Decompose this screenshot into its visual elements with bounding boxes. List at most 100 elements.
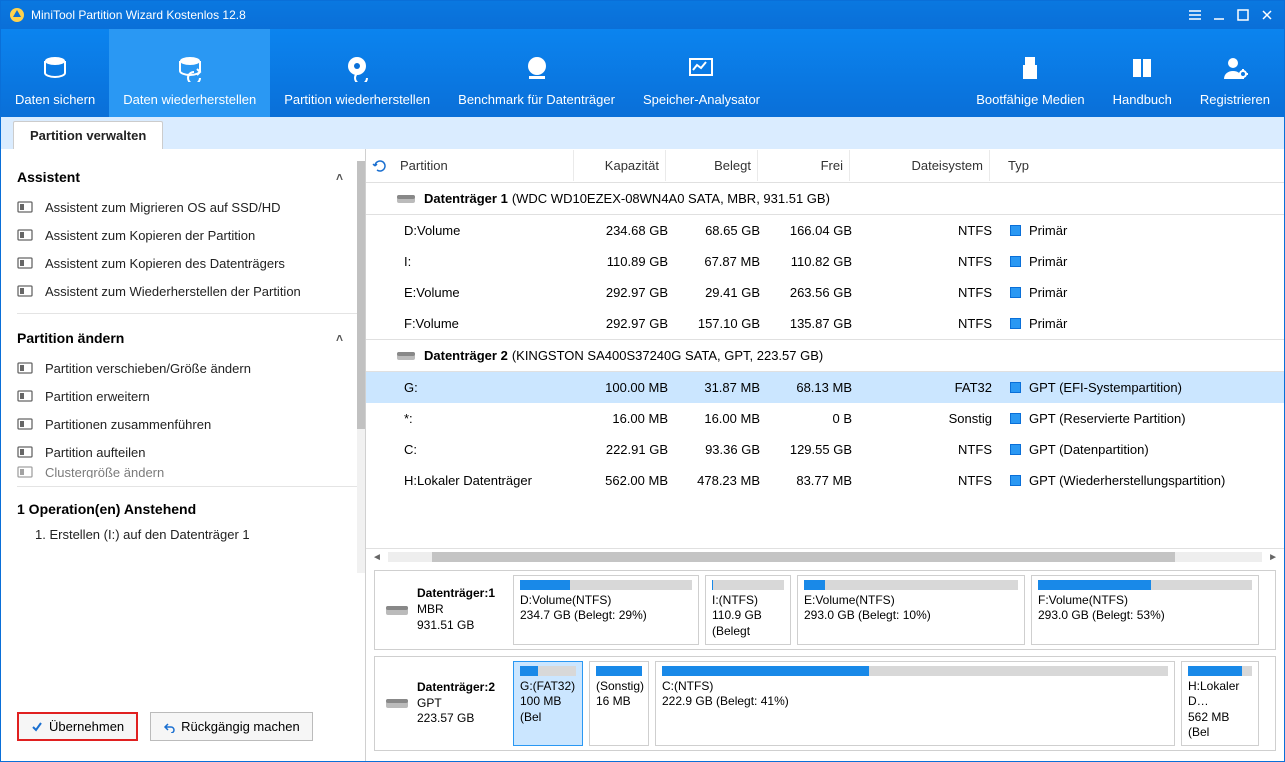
toolbar-label: Daten sichern bbox=[15, 92, 95, 107]
partition-row[interactable]: F:Volume292.97 GB157.10 GB135.87 GBNTFSP… bbox=[366, 308, 1284, 339]
pending-title: 1 Operation(en) Anstehend bbox=[17, 495, 359, 523]
cell-type: Primär bbox=[992, 254, 1284, 269]
cell-type: GPT (EFI-Systempartition) bbox=[992, 380, 1284, 395]
diskmap-disk-1[interactable]: Datenträger:1 MBR 931.51 GB bbox=[379, 575, 507, 645]
tab-manage-partition[interactable]: Partition verwalten bbox=[13, 121, 163, 149]
wizard-icon bbox=[17, 255, 35, 271]
disk-header-2[interactable]: Datenträger 2 (KINGSTON SA400S37240G SAT… bbox=[366, 339, 1284, 372]
partition-row[interactable]: H:Lokaler Datenträger562.00 MB478.23 MB8… bbox=[366, 465, 1284, 496]
diskmap-label: I:(NTFS) bbox=[712, 593, 784, 609]
partition-row[interactable]: C:222.91 GB93.36 GB129.55 GBNTFSGPT (Dat… bbox=[366, 434, 1284, 465]
diskmap-sub: 562 MB (Bel bbox=[1188, 710, 1252, 741]
cell-fs: Sonstig bbox=[852, 411, 992, 426]
disk-header-1[interactable]: Datenträger 1 (WDC WD10EZEX-08WN4A0 SATA… bbox=[366, 183, 1284, 215]
toolbar-bootmedia[interactable]: Bootfähige Medien bbox=[962, 29, 1098, 117]
diskmap-partition[interactable]: C:(NTFS)222.9 GB (Belegt: 41%) bbox=[655, 661, 1175, 746]
menu-button[interactable] bbox=[1186, 6, 1204, 24]
wizard-icon bbox=[17, 199, 35, 215]
diskmap-disk-2[interactable]: Datenträger:2 GPT 223.57 GB bbox=[379, 661, 507, 746]
sidebar-item[interactable]: Assistent zum Kopieren des Datenträgers bbox=[17, 249, 359, 277]
toolbar-label: Benchmark für Datenträger bbox=[458, 92, 615, 107]
type-chip-icon bbox=[1010, 413, 1021, 424]
diskmap-partition[interactable]: F:Volume(NTFS)293.0 GB (Belegt: 53%) bbox=[1031, 575, 1259, 645]
sidebar-item[interactable]: Assistent zum Kopieren der Partition bbox=[17, 221, 359, 249]
toolbar-manual[interactable]: Handbuch bbox=[1099, 29, 1186, 117]
toolbar-label: Bootfähige Medien bbox=[976, 92, 1084, 107]
diskmap-partition[interactable]: I:(NTFS)110.9 GB (Belegt bbox=[705, 575, 791, 645]
table-hscroll[interactable]: ◄ ► bbox=[366, 548, 1284, 566]
undo-icon bbox=[163, 721, 175, 733]
book-icon bbox=[1128, 54, 1156, 82]
toolbar-benchmark[interactable]: Benchmark für Datenträger bbox=[444, 29, 629, 117]
col-fs[interactable]: Dateisystem bbox=[850, 150, 990, 181]
toolbar-partition-restore[interactable]: Partition wiederherstellen bbox=[270, 29, 444, 117]
col-capacity[interactable]: Kapazität bbox=[574, 150, 666, 181]
sidebar-item[interactable]: Partition verschieben/Größe ändern bbox=[17, 354, 359, 382]
action-icon bbox=[17, 360, 35, 376]
cell-fs: NTFS bbox=[852, 254, 992, 269]
sidebar-item[interactable]: Partition erweitern bbox=[17, 382, 359, 410]
section-change[interactable]: Partition ändern ˄ bbox=[17, 322, 359, 354]
cell-partition: E:Volume bbox=[396, 285, 576, 300]
sidebar-item[interactable]: Assistent zum Wiederherstellen der Parti… bbox=[17, 277, 359, 305]
col-free[interactable]: Frei bbox=[758, 150, 850, 181]
close-button[interactable] bbox=[1258, 6, 1276, 24]
diskmap-sub: 293.0 GB (Belegt: 10%) bbox=[804, 608, 1018, 624]
toolbar-register[interactable]: Registrieren bbox=[1186, 29, 1284, 117]
toolbar-restore[interactable]: Daten wiederherstellen bbox=[109, 29, 270, 117]
minimize-button[interactable] bbox=[1210, 6, 1228, 24]
partition-row[interactable]: E:Volume292.97 GB29.41 GB263.56 GBNTFSPr… bbox=[366, 277, 1284, 308]
diskmap-partition[interactable]: G:(FAT32)100 MB (Bel bbox=[513, 661, 583, 746]
diskmap-sub: 110.9 GB (Belegt bbox=[712, 608, 784, 639]
disk-icon bbox=[396, 192, 416, 206]
partition-row[interactable]: D:Volume234.68 GB68.65 GB166.04 GBNTFSPr… bbox=[366, 215, 1284, 246]
cell-capacity: 110.89 GB bbox=[576, 254, 668, 269]
col-partition[interactable]: Partition bbox=[394, 150, 574, 181]
col-used[interactable]: Belegt bbox=[666, 150, 758, 181]
sidebar-item-label: Clustergröße ändern bbox=[45, 466, 164, 478]
partition-row[interactable]: *:16.00 MB16.00 MB0 BSonstigGPT (Reservi… bbox=[366, 403, 1284, 434]
apply-button[interactable]: Übernehmen bbox=[17, 712, 138, 741]
diskmap-partition[interactable]: E:Volume(NTFS)293.0 GB (Belegt: 10%) bbox=[797, 575, 1025, 645]
cell-free: 263.56 GB bbox=[760, 285, 852, 300]
diskmap-panel: Datenträger:1 MBR 931.51 GB D:Volume(NTF… bbox=[366, 566, 1284, 761]
pending-operation[interactable]: 1. Erstellen (I:) auf den Datenträger 1 bbox=[17, 523, 359, 546]
scroll-left-icon[interactable]: ◄ bbox=[370, 552, 384, 563]
diskmap-partition[interactable]: (Sonstig)16 MB bbox=[589, 661, 649, 746]
diskmap-partition[interactable]: D:Volume(NTFS)234.7 GB (Belegt: 29%) bbox=[513, 575, 699, 645]
col-type[interactable]: Typ bbox=[990, 150, 1284, 181]
cell-free: 83.77 MB bbox=[760, 473, 852, 488]
register-icon bbox=[1221, 54, 1249, 82]
toolbar-analyzer[interactable]: Speicher-Analysator bbox=[629, 29, 774, 117]
sidebar-item-label: Partition erweitern bbox=[45, 389, 150, 404]
cell-used: 68.65 GB bbox=[668, 223, 760, 238]
sidebar-item[interactable]: Clustergröße ändern bbox=[17, 466, 359, 478]
cell-used: 29.41 GB bbox=[668, 285, 760, 300]
cell-partition: *: bbox=[396, 411, 576, 426]
diskmap-partition[interactable]: H:Lokaler D…562 MB (Bel bbox=[1181, 661, 1259, 746]
section-assistent[interactable]: Assistent ˄ bbox=[17, 161, 359, 193]
action-icon bbox=[17, 466, 35, 478]
sidebar-item[interactable]: Assistent zum Migrieren OS auf SSD/HD bbox=[17, 193, 359, 221]
sidebar-item-label: Partition aufteilen bbox=[45, 445, 145, 460]
backup-icon bbox=[41, 54, 69, 82]
partition-row[interactable]: G:100.00 MB31.87 MB68.13 MBFAT32GPT (EFI… bbox=[366, 372, 1284, 403]
sidebar-item[interactable]: Partition aufteilen bbox=[17, 438, 359, 466]
maximize-button[interactable] bbox=[1234, 6, 1252, 24]
type-chip-icon bbox=[1010, 318, 1021, 329]
refresh-button[interactable] bbox=[366, 158, 394, 174]
restore-icon bbox=[176, 54, 204, 82]
diskmap-label: D:Volume(NTFS) bbox=[520, 593, 692, 609]
partition-restore-icon bbox=[343, 54, 371, 82]
sidebar-item[interactable]: Partitionen zusammenführen bbox=[17, 410, 359, 438]
toolbar-backup[interactable]: Daten sichern bbox=[1, 29, 109, 117]
disk-icon bbox=[385, 602, 409, 618]
partition-row[interactable]: I:110.89 GB67.87 MB110.82 GBNTFSPrimär bbox=[366, 246, 1284, 277]
sidebar-scrollbar[interactable] bbox=[357, 161, 365, 573]
table-header: Partition Kapazität Belegt Frei Dateisys… bbox=[366, 149, 1284, 183]
scroll-right-icon[interactable]: ► bbox=[1266, 552, 1280, 563]
diskmap-sub: 16 MB bbox=[596, 694, 642, 710]
type-chip-icon bbox=[1010, 444, 1021, 455]
usb-icon bbox=[1016, 54, 1044, 82]
undo-button[interactable]: Rückgängig machen bbox=[150, 712, 313, 741]
